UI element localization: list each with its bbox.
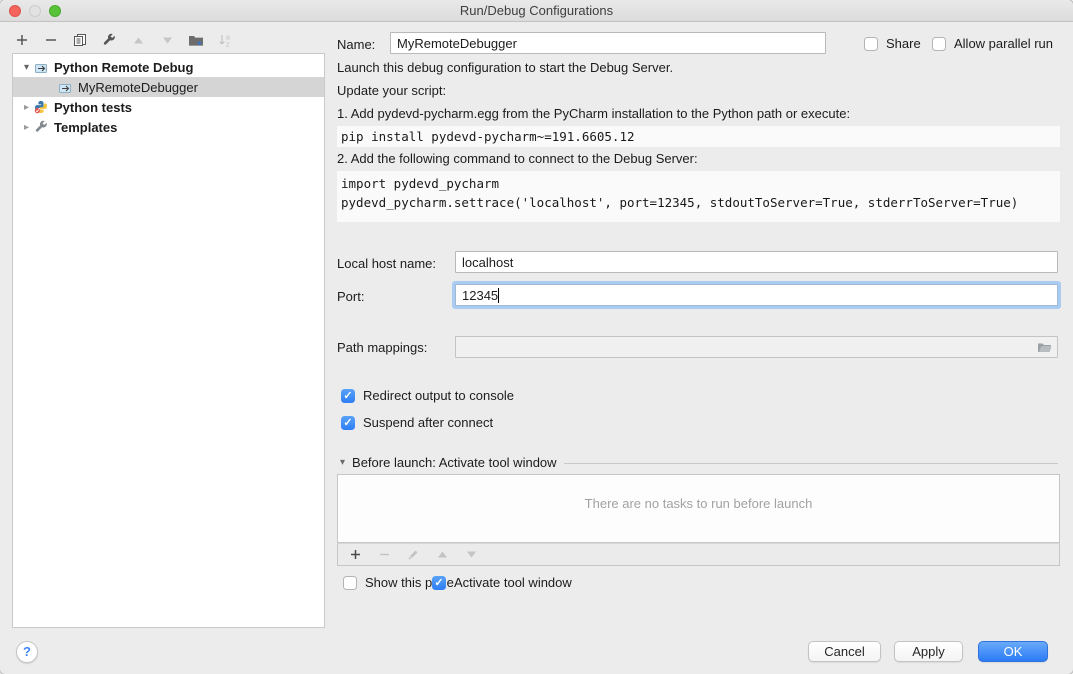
intro-text: Launch this debug configuration to start… <box>337 60 673 75</box>
update-script-text: Update your script: <box>337 83 446 98</box>
before-launch-task-list[interactable]: There are no tasks to run before launch <box>337 474 1060 543</box>
new-folder-icon[interactable] <box>188 32 204 48</box>
task-toolbar <box>337 543 1060 566</box>
local-host-name-input[interactable] <box>455 251 1058 273</box>
tree-item-myremotedebugger[interactable]: MyRemoteDebugger <box>13 77 324 97</box>
traffic-lights <box>9 5 61 17</box>
pip-install-code-block: pip install pydevd-pycharm~=191.6605.12 <box>337 126 1060 147</box>
zoom-window-button[interactable] <box>49 5 61 17</box>
apply-button[interactable]: Apply <box>894 641 963 662</box>
svg-text:a: a <box>226 35 230 42</box>
code-line-settrace: pydevd_pycharm.settrace('localhost', por… <box>341 195 1018 210</box>
ok-button[interactable]: OK <box>978 641 1048 662</box>
edit-templates-wrench-icon[interactable] <box>101 32 117 48</box>
help-button[interactable]: ? <box>16 641 38 663</box>
configurations-toolbar: az <box>14 31 233 49</box>
add-task-icon[interactable] <box>347 547 363 563</box>
show-this-page-checkbox[interactable] <box>343 576 357 590</box>
edit-task-pencil-icon[interactable] <box>405 547 421 563</box>
path-mappings-label: Path mappings: <box>337 340 427 355</box>
tree-item-label: MyRemoteDebugger <box>78 80 198 95</box>
settrace-code-block: import pydevd_pycharm pydevd_pycharm.sett… <box>337 171 1060 222</box>
collapse-arrow-icon[interactable]: ▸ <box>20 102 33 113</box>
remote-debug-config-icon <box>33 60 49 74</box>
suspend-after-connect-row: Suspend after connect <box>341 415 493 430</box>
step2-text: 2. Add the following command to connect … <box>337 151 698 166</box>
tree-item-python-remote-debug[interactable]: ▾ Python Remote Debug <box>13 57 324 77</box>
section-separator-line <box>564 463 1058 464</box>
share-label[interactable]: Share <box>886 36 921 51</box>
suspend-after-connect-checkbox[interactable] <box>341 416 355 430</box>
name-label: Name: <box>337 37 375 52</box>
move-task-up-icon[interactable] <box>434 547 450 563</box>
run-debug-configurations-dialog: Run/Debug Configurations az ▾ <box>0 0 1073 674</box>
port-input[interactable] <box>455 284 1058 306</box>
activate-tool-window-checkbox[interactable] <box>432 576 446 590</box>
local-host-name-label: Local host name: <box>337 256 436 271</box>
window-title: Run/Debug Configurations <box>0 0 1073 21</box>
python-tests-icon <box>33 100 49 114</box>
activate-tool-window-row: Activate tool window <box>432 575 572 590</box>
move-task-down-icon[interactable] <box>463 547 479 563</box>
share-checkbox[interactable] <box>864 37 878 51</box>
allow-parallel-run-checkbox-row: Allow parallel run <box>932 36 1053 51</box>
activate-tool-window-label[interactable]: Activate tool window <box>454 575 572 590</box>
share-checkbox-row: Share <box>864 36 921 51</box>
tree-item-label: Templates <box>54 120 117 135</box>
remove-task-icon[interactable] <box>376 547 392 563</box>
move-up-icon[interactable] <box>130 32 146 48</box>
svg-text:z: z <box>226 42 230 48</box>
tree-item-python-tests[interactable]: ▸ Python tests <box>13 97 324 117</box>
sort-alphabetically-icon[interactable]: az <box>217 32 233 48</box>
add-configuration-icon[interactable] <box>14 32 30 48</box>
tree-item-label: Python tests <box>54 100 132 115</box>
step1-text: 1. Add pydevd-pycharm.egg from the PyCha… <box>337 106 850 121</box>
collapse-arrow-icon[interactable]: ▸ <box>20 122 33 133</box>
allow-parallel-run-checkbox[interactable] <box>932 37 946 51</box>
remote-debug-config-icon <box>57 80 73 94</box>
tree-item-label: Python Remote Debug <box>54 60 193 75</box>
tree-item-templates[interactable]: ▸ Templates <box>13 117 324 137</box>
name-input[interactable] <box>390 32 826 54</box>
port-label: Port: <box>337 289 364 304</box>
templates-wrench-icon <box>33 120 49 134</box>
before-launch-label: Before launch: Activate tool window <box>352 455 557 470</box>
text-caret <box>498 288 499 303</box>
close-window-button[interactable] <box>9 5 21 17</box>
minimize-window-button <box>29 5 41 17</box>
redirect-output-checkbox[interactable] <box>341 389 355 403</box>
titlebar: Run/Debug Configurations <box>0 0 1073 22</box>
move-down-icon[interactable] <box>159 32 175 48</box>
cancel-button[interactable]: Cancel <box>808 641 881 662</box>
code-line-import: import pydevd_pycharm <box>341 176 499 191</box>
copy-configuration-icon[interactable] <box>72 32 88 48</box>
collapse-section-arrow-icon[interactable]: ▾ <box>340 457 345 468</box>
before-launch-header: ▾ Before launch: Activate tool window <box>340 455 1058 470</box>
redirect-output-row: Redirect output to console <box>341 388 514 403</box>
no-tasks-text: There are no tasks to run before launch <box>338 475 1059 511</box>
path-mappings-field[interactable] <box>455 336 1058 358</box>
suspend-after-connect-label[interactable]: Suspend after connect <box>363 415 493 430</box>
open-folder-icon[interactable] <box>1037 339 1053 355</box>
remove-configuration-icon[interactable] <box>43 32 59 48</box>
configurations-tree: ▾ Python Remote Debug MyRemoteDebugger ▸… <box>12 53 325 628</box>
allow-parallel-run-label[interactable]: Allow parallel run <box>954 36 1053 51</box>
redirect-output-label[interactable]: Redirect output to console <box>363 388 514 403</box>
expand-arrow-icon[interactable]: ▾ <box>20 62 33 73</box>
